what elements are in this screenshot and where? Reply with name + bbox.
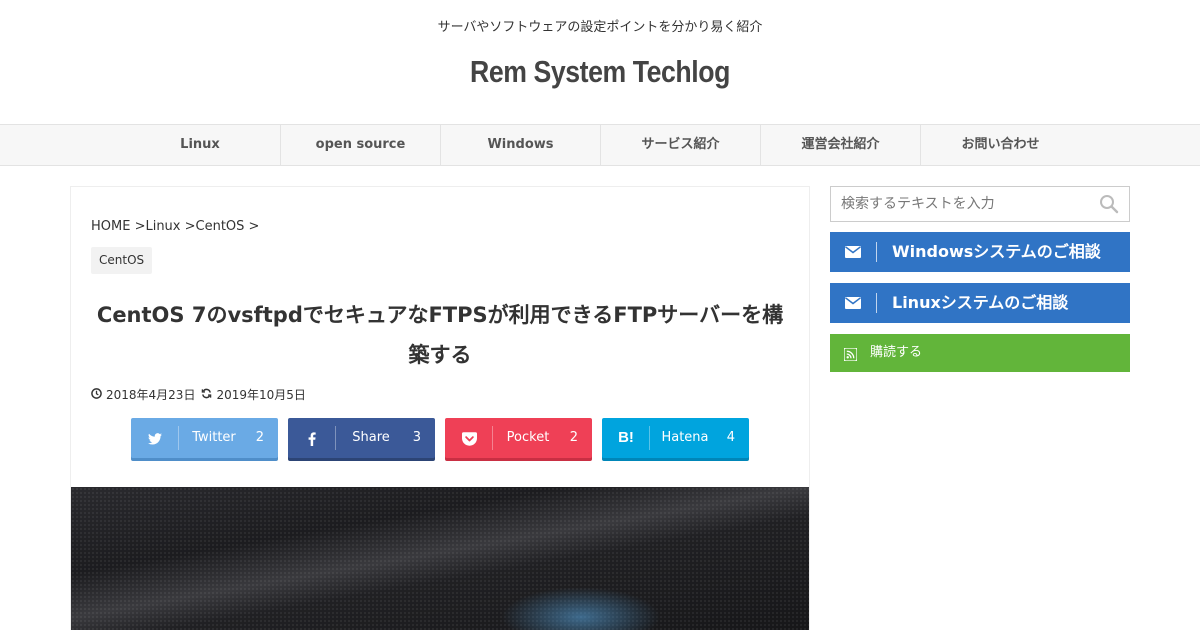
pocket-share-count: 2 [569, 430, 578, 445]
article-title: CentOS 7のvsftpdでセキュアなFTPSが利用できるFTPサーバーを構… [96, 303, 784, 367]
subscribe-label: 購読する [870, 345, 923, 360]
twitter-icon [131, 418, 179, 458]
pocket-share-label: Pocket [506, 430, 550, 445]
rss-icon [843, 346, 858, 362]
linux-consult-label: Linuxシステムのご相談 [892, 293, 1069, 312]
article-card: HOME >Linux >CentOS > CentOS CentOS 7のvs… [70, 186, 810, 630]
nav-item-linux[interactable]: Linux [120, 125, 280, 165]
hatena-share-button[interactable]: B! Hatena 4 [602, 418, 749, 458]
linux-consult-button[interactable]: Linuxシステムのご相談 [830, 283, 1130, 323]
nav-item-services[interactable]: サービス紹介 [600, 125, 760, 165]
search-input[interactable]: 検索するテキストを入力 [841, 187, 995, 221]
nav-item-windows[interactable]: Windows [440, 125, 600, 165]
windows-consult-button[interactable]: Windowsシステムのご相談 [830, 232, 1130, 272]
twitter-share-label: Twitter [192, 430, 236, 445]
facebook-share-count: 3 [412, 430, 421, 445]
subscribe-button[interactable]: 購読する [830, 334, 1130, 372]
facebook-share-button[interactable]: Share 3 [288, 418, 435, 458]
windows-consult-label: Windowsシステムのご相談 [892, 242, 1101, 261]
pocket-share-button[interactable]: Pocket 2 [445, 418, 592, 458]
hatena-icon: B! [618, 429, 634, 446]
hatena-share-label: Hatena [661, 430, 709, 445]
nav-item-company[interactable]: 運営会社紹介 [760, 125, 920, 165]
article-hero-image [71, 487, 809, 630]
article-dates: 2018年4月23日 2019年10月5日 [91, 386, 312, 403]
clock-icon [91, 387, 102, 402]
hatena-share-count: 4 [726, 430, 735, 445]
envelope-icon [830, 283, 876, 323]
twitter-share-count: 2 [255, 430, 264, 445]
site-tagline: サーバやソフトウェアの設定ポイントを分かり易く紹介 [437, 20, 763, 35]
search-icon[interactable] [1099, 194, 1119, 214]
published-date: 2018年4月23日 [106, 388, 196, 402]
share-buttons: Twitter 2 Share 3 Pocket 2 B! Hatena 4 [131, 418, 751, 460]
main-nav: Linux open source Windows サービス紹介 運営会社紹介 … [0, 124, 1200, 166]
envelope-icon [830, 232, 876, 272]
facebook-share-label: Share [352, 430, 390, 445]
nav-item-contact[interactable]: お問い合わせ [920, 125, 1080, 165]
pocket-icon [445, 418, 493, 458]
refresh-icon [201, 388, 212, 402]
facebook-icon [288, 418, 336, 458]
breadcrumb[interactable]: HOME >Linux >CentOS > [91, 219, 259, 234]
twitter-share-button[interactable]: Twitter 2 [131, 418, 278, 458]
search-box[interactable]: 検索するテキストを入力 [830, 186, 1130, 222]
category-badge[interactable]: CentOS [91, 247, 153, 274]
site-title[interactable]: Rem System Techlog [84, 54, 1116, 90]
updated-date: 2019年10月5日 [216, 388, 306, 402]
nav-item-open-source[interactable]: open source [280, 125, 440, 165]
